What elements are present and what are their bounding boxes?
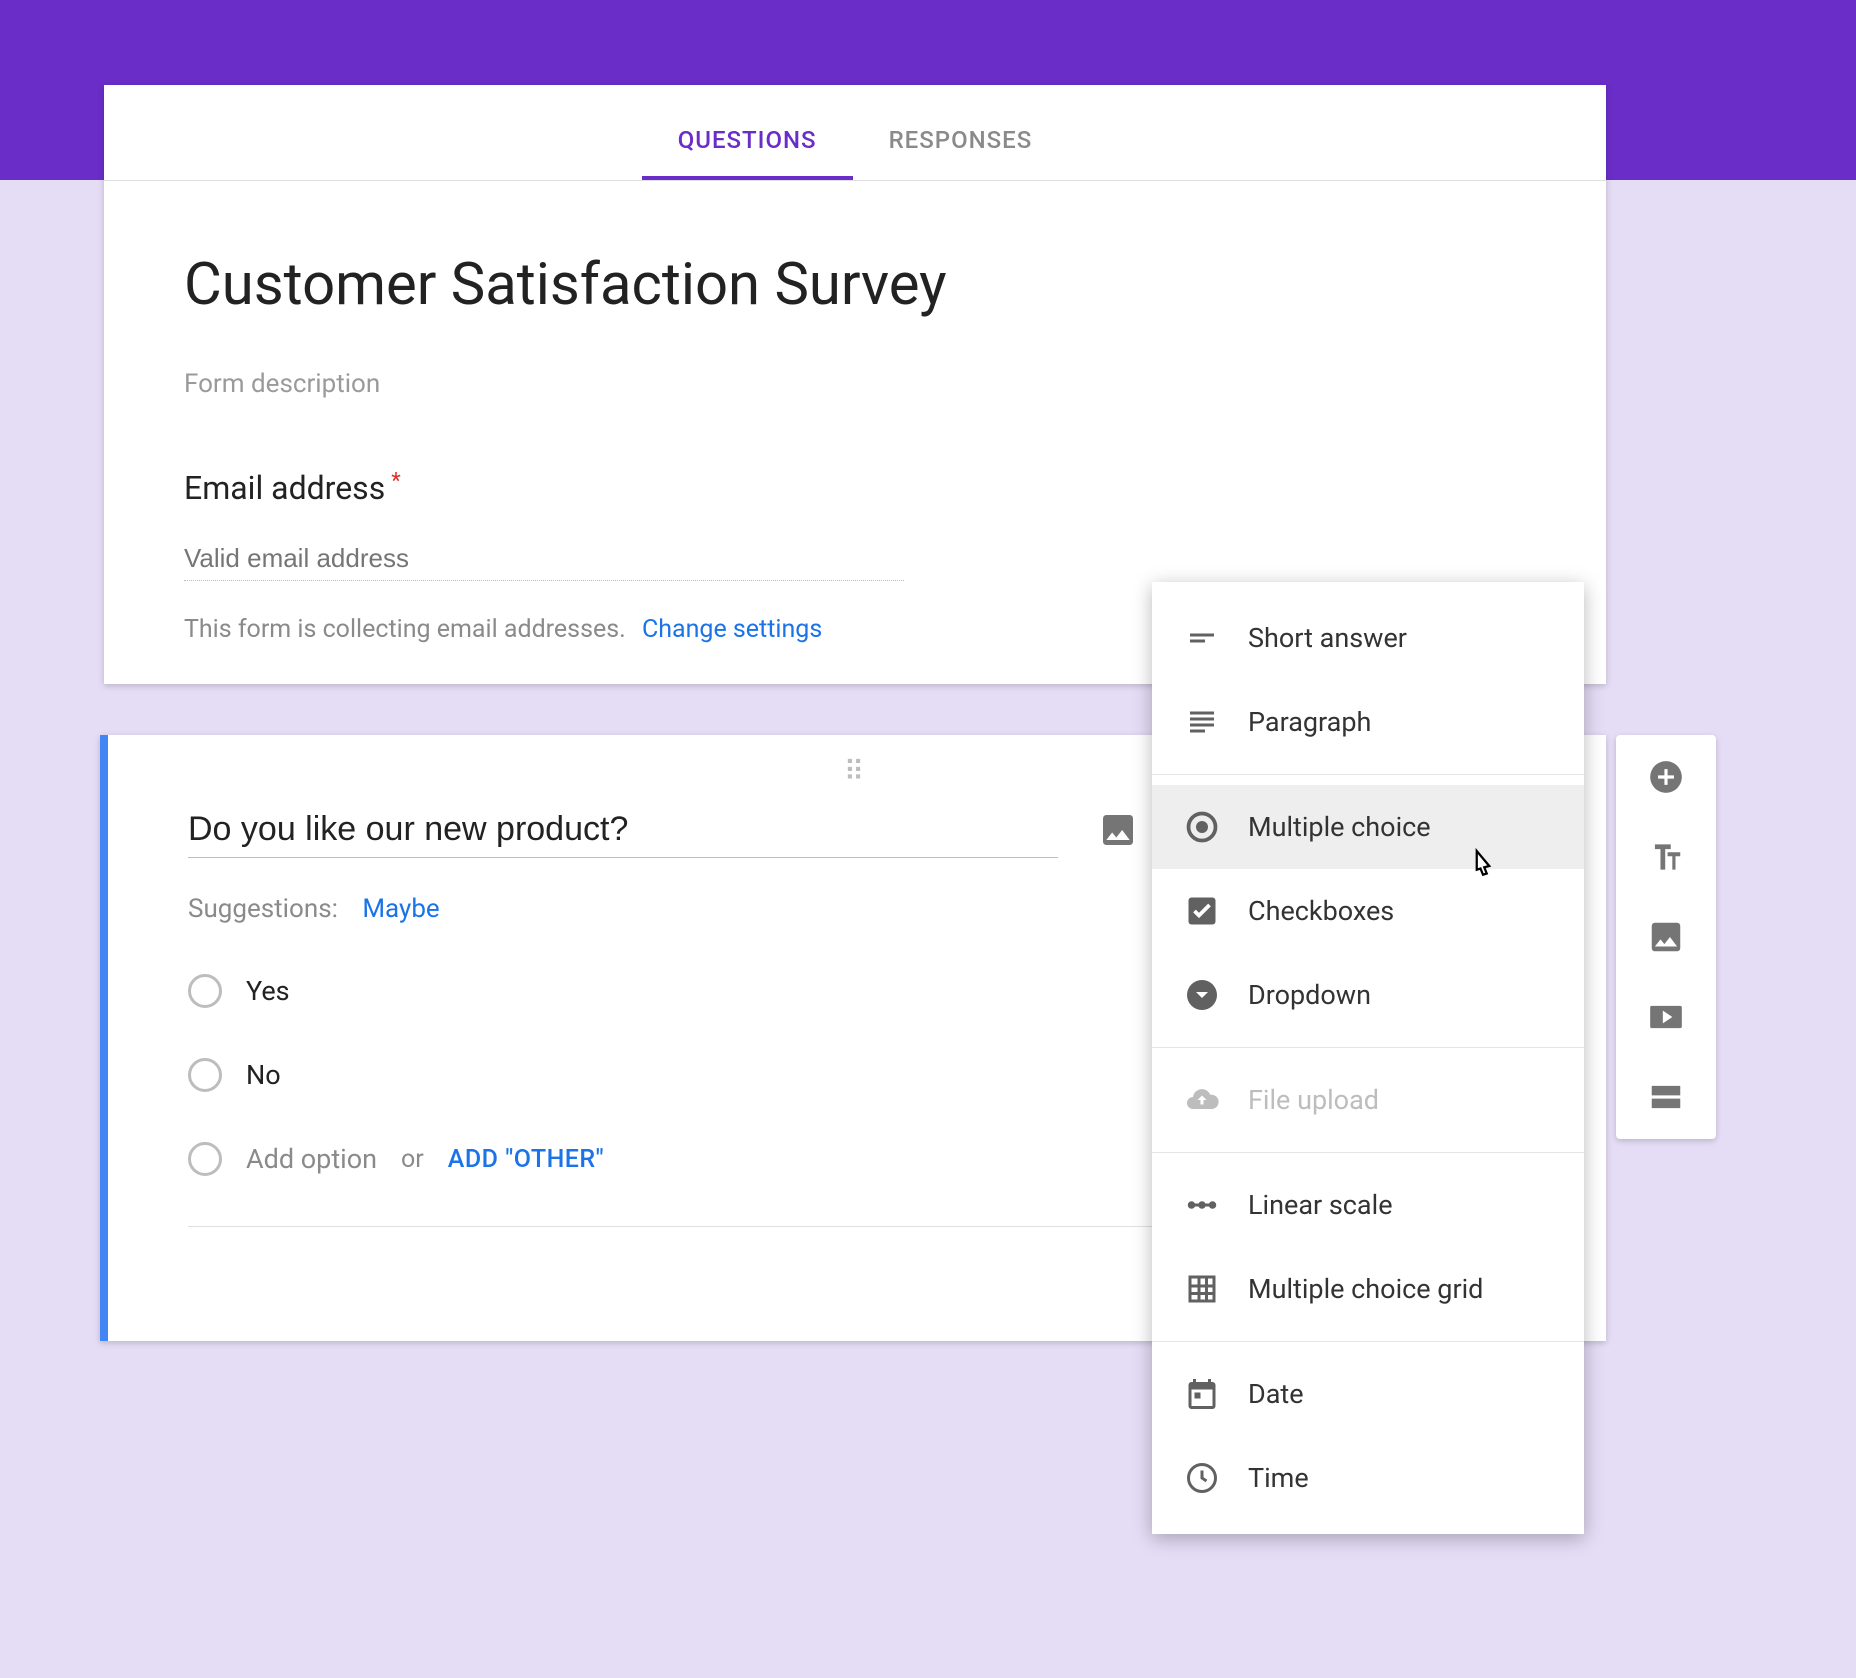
type-option-label: Time	[1248, 1462, 1309, 1494]
type-option-label: File upload	[1248, 1084, 1379, 1116]
radio-icon	[188, 974, 222, 1008]
form-title[interactable]: Customer Satisfaction Survey	[184, 251, 1526, 319]
menu-separator	[1152, 1152, 1584, 1153]
required-star-icon: *	[391, 469, 400, 494]
option-label[interactable]: No	[246, 1059, 281, 1091]
question-text-input[interactable]	[188, 802, 1058, 858]
change-settings-link[interactable]: Change settings	[642, 615, 822, 644]
type-option-label: Multiple choice grid	[1248, 1273, 1483, 1305]
radio-icon	[1184, 809, 1220, 845]
suggestion-chip[interactable]: Maybe	[362, 894, 439, 924]
or-text: or	[401, 1145, 424, 1174]
type-option-file_upload: File upload	[1152, 1058, 1584, 1142]
type-option-date[interactable]: Date	[1152, 1352, 1584, 1436]
type-option-label: Date	[1248, 1378, 1304, 1410]
add-option-button[interactable]: Add option	[246, 1143, 377, 1175]
cloud-upload-icon	[1184, 1082, 1220, 1118]
question-type-menu: Short answer Paragraph Multiple choice Chec…	[1152, 582, 1584, 1534]
add-image-icon[interactable]	[1646, 917, 1686, 957]
email-note-text: This form is collecting email addresses.	[184, 615, 626, 644]
calendar-icon	[1184, 1376, 1220, 1412]
clock-icon	[1184, 1460, 1220, 1496]
suggestions-label: Suggestions:	[188, 894, 338, 924]
add-question-icon[interactable]	[1646, 757, 1686, 797]
add-title-icon[interactable]	[1646, 837, 1686, 877]
type-option-multiple_choice[interactable]: Multiple choice	[1152, 785, 1584, 869]
form-description[interactable]: Form description	[184, 369, 1526, 399]
option-label[interactable]: Yes	[246, 975, 290, 1007]
floating-toolbar	[1616, 735, 1716, 1139]
menu-separator	[1152, 1047, 1584, 1048]
linear-icon	[1184, 1187, 1220, 1223]
type-option-paragraph[interactable]: Paragraph	[1152, 680, 1584, 764]
tab-responses[interactable]: RESPONSES	[853, 100, 1069, 180]
type-option-label: Multiple choice	[1248, 811, 1431, 843]
add-section-icon[interactable]	[1646, 1077, 1686, 1117]
email-label-text: Email address	[184, 469, 385, 507]
tab-questions[interactable]: QUESTIONS	[642, 100, 853, 180]
checkbox-icon	[1184, 893, 1220, 929]
type-option-mc_grid[interactable]: Multiple choice grid	[1152, 1247, 1584, 1331]
type-option-label: Checkboxes	[1248, 895, 1394, 927]
subject-icon	[1184, 704, 1220, 740]
type-option-dropdown[interactable]: Dropdown	[1152, 953, 1584, 1037]
menu-separator	[1152, 1341, 1584, 1342]
email-input[interactable]	[184, 537, 904, 581]
editor-tabs: QUESTIONS RESPONSES	[104, 85, 1606, 181]
radio-icon	[188, 1142, 222, 1176]
type-option-label: Dropdown	[1248, 979, 1371, 1011]
type-option-label: Short answer	[1248, 622, 1407, 654]
add-video-icon[interactable]	[1646, 997, 1686, 1037]
type-option-linear_scale[interactable]: Linear scale	[1152, 1163, 1584, 1247]
menu-separator	[1152, 774, 1584, 775]
add-other-button[interactable]: ADD "OTHER"	[448, 1145, 604, 1174]
type-option-time[interactable]: Time	[1152, 1436, 1584, 1520]
add-image-icon[interactable]	[1098, 810, 1138, 850]
short-text-icon	[1184, 620, 1220, 656]
type-option-checkboxes[interactable]: Checkboxes	[1152, 869, 1584, 953]
grid-icon	[1184, 1271, 1220, 1307]
email-label: Email address*	[184, 469, 1526, 507]
type-option-label: Paragraph	[1248, 706, 1371, 738]
radio-icon	[188, 1058, 222, 1092]
type-option-label: Linear scale	[1248, 1189, 1393, 1221]
type-option-short_answer[interactable]: Short answer	[1152, 596, 1584, 680]
dropdown-circle-icon	[1184, 977, 1220, 1013]
